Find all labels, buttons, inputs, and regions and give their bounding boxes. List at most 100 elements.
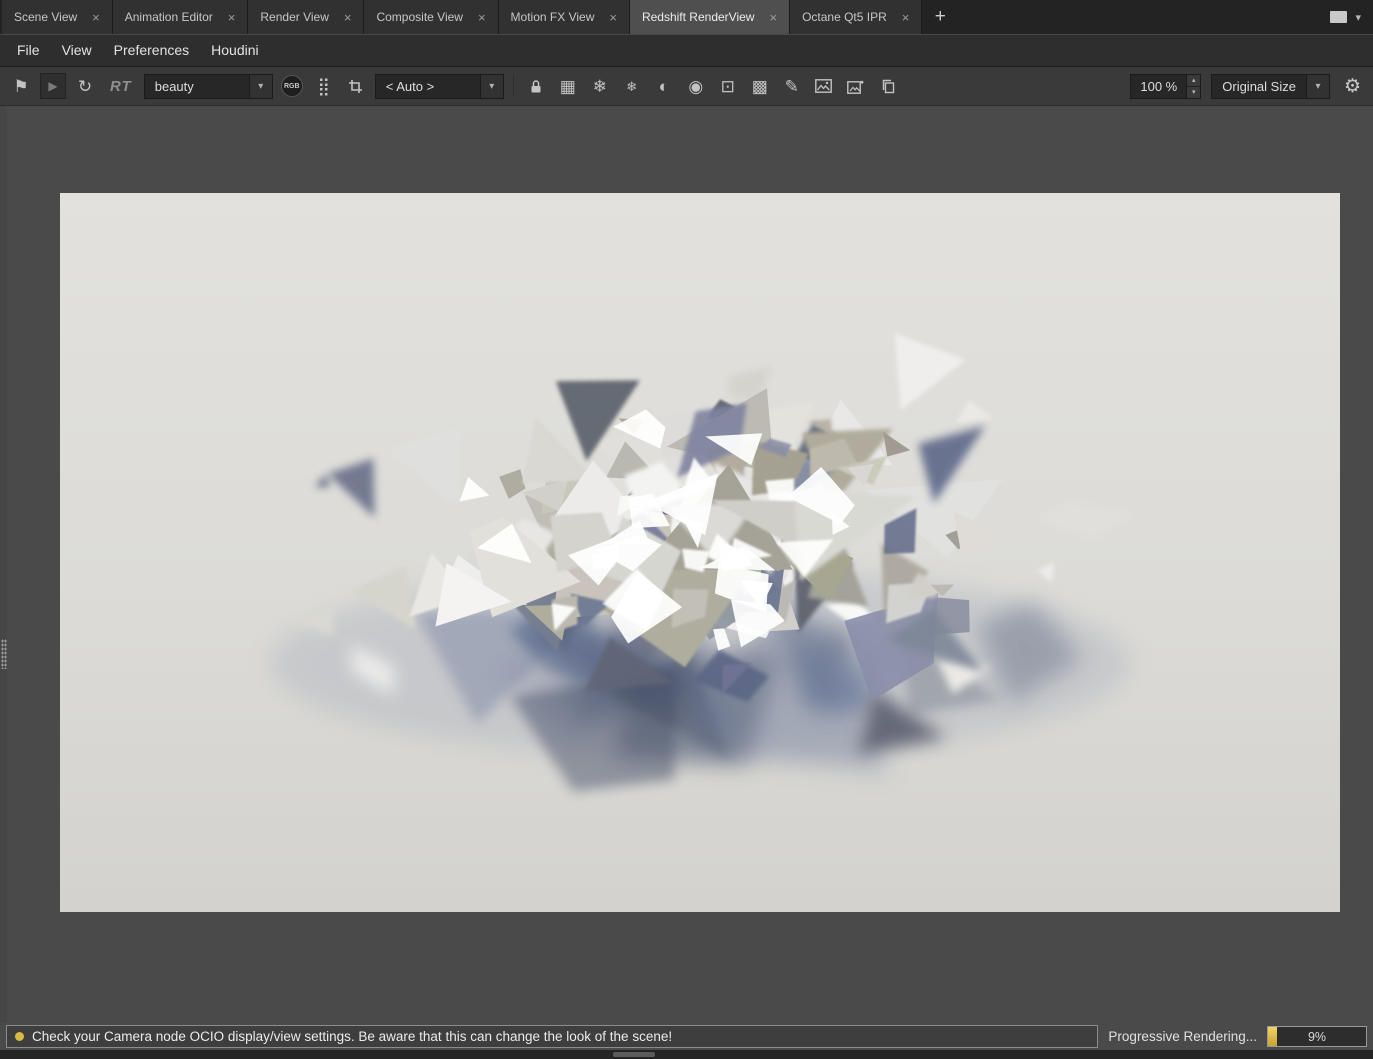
ocio-dropdown-value: < Auto > (385, 78, 435, 94)
rgb-icon: RGB (280, 75, 303, 97)
tab-motion-fx-view[interactable]: Motion FX View × (498, 0, 630, 34)
chevron-down-icon[interactable]: ▾ (248, 74, 272, 98)
chevron-down-icon[interactable]: ▾ (1305, 74, 1329, 98)
target-icon: ◉ (688, 76, 704, 96)
play-icon: ▶ (48, 79, 58, 93)
tab-octane-qt5-ipr[interactable]: Octane Qt5 IPR × (790, 0, 923, 34)
render-viewport (0, 106, 1373, 1023)
ocio-view-dropdown[interactable]: < Auto > ▾ (374, 73, 504, 99)
restart-render-button[interactable]: ↻ (72, 73, 98, 99)
menu-preferences[interactable]: Preferences (103, 35, 200, 66)
add-image-button[interactable] (843, 73, 869, 99)
tab-render-view[interactable]: Render View × (248, 0, 365, 34)
start-render-button[interactable]: ▶ (40, 73, 66, 99)
image-icon (815, 79, 833, 93)
tab-label: Animation Editor (124, 10, 213, 24)
pencil-icon: ✎ (784, 76, 799, 96)
new-tab-button[interactable]: + (922, 0, 958, 34)
toolbar-separator (512, 75, 514, 97)
dots-grid-icon: ⣿ (317, 76, 330, 96)
crop-icon (349, 79, 363, 93)
image-size-dropdown[interactable]: Original Size ▾ (1211, 73, 1330, 99)
render-region-button[interactable]: ◉ (683, 73, 709, 99)
close-icon[interactable]: × (92, 11, 100, 24)
render-toolbar: ⚑ ▶ ↻ RT beauty ▾ RGB ⣿ < Auto > ▾ ▦ ❄ ❄… (0, 67, 1373, 106)
image-plus-icon (847, 80, 864, 94)
pixel-grid-button[interactable]: ⣿ (311, 73, 337, 99)
render-image-frame (60, 193, 1340, 912)
freeze-tessellation-button[interactable]: ❄ (587, 73, 613, 99)
progress-bar: 9% (1267, 1026, 1367, 1047)
focus-icon: ⊡ (720, 76, 735, 96)
grid-icon: ▦ (559, 76, 576, 96)
tab-label: Render View (260, 10, 329, 24)
copy-image-button[interactable] (875, 73, 901, 99)
tab-animation-editor[interactable]: Animation Editor × (112, 0, 249, 34)
tab-label: Motion FX View (510, 10, 595, 24)
zoom-stepper: ▴ ▾ (1187, 73, 1202, 99)
rgb-channels-button[interactable]: RGB (279, 73, 305, 99)
redshift-renderview-window: Scene View × Animation Editor × Render V… (0, 0, 1373, 1059)
tab-label: Composite View (376, 10, 463, 24)
crop-region-button[interactable] (343, 73, 369, 99)
close-icon[interactable]: × (769, 11, 777, 24)
splitter-grip-icon (1, 639, 7, 669)
tab-redshift-renderview[interactable]: Redshift RenderView × (629, 0, 791, 34)
pixel-picker-button[interactable]: ⊡ (715, 73, 741, 99)
render-image[interactable] (60, 193, 1340, 912)
refresh-icon: ↻ (77, 76, 93, 96)
chevron-down-icon[interactable]: ▾ (479, 74, 503, 98)
annotate-button[interactable]: ✎ (779, 73, 805, 99)
pane-layout-icon (1330, 11, 1348, 23)
bucket-grid-button[interactable]: ▦ (555, 73, 581, 99)
tab-composite-view[interactable]: Composite View × (364, 0, 499, 34)
menu-file[interactable]: File (6, 35, 51, 66)
pane-splitter[interactable] (0, 106, 7, 1023)
menu-houdini[interactable]: Houdini (200, 35, 269, 66)
close-icon[interactable]: × (344, 11, 352, 24)
pane-menu[interactable]: ▾ (1318, 0, 1373, 34)
aov-dropdown[interactable]: beauty ▾ (143, 73, 273, 99)
warning-dot-icon (15, 1032, 24, 1041)
progress-percent: 9% (1307, 1029, 1327, 1044)
bottom-edge (0, 1050, 1373, 1059)
tab-label: Redshift RenderView (641, 10, 755, 24)
close-icon[interactable]: × (478, 11, 486, 24)
freeze-update-button[interactable]: ❄ (619, 73, 645, 99)
tabbar-spacer (958, 0, 1318, 34)
aov-dropdown-value: beauty (154, 78, 194, 94)
menu-bar: File View Preferences Houdini (0, 34, 1373, 67)
show-image-button[interactable] (811, 73, 837, 99)
zoom-input[interactable]: 100 % (1130, 73, 1188, 99)
snowflake-icon: ❄ (626, 78, 638, 94)
scrollbar-handle[interactable] (613, 1052, 655, 1057)
fit-image-button[interactable]: ▩ (747, 73, 773, 99)
status-bar: Check your Camera node OCIO display/view… (0, 1023, 1373, 1050)
spinner-down-icon[interactable]: ▾ (1187, 86, 1201, 98)
menu-view[interactable]: View (51, 35, 103, 66)
copy-icon (882, 79, 895, 93)
lock-view-button[interactable] (523, 73, 549, 99)
close-icon[interactable]: × (228, 11, 236, 24)
status-message: Check your Camera node OCIO display/view… (32, 1029, 673, 1044)
tab-label: Octane Qt5 IPR (802, 10, 887, 24)
spinner-up-icon[interactable]: ▴ (1187, 74, 1201, 87)
material-preview-button[interactable]: ◐ (651, 73, 677, 99)
close-icon[interactable]: × (609, 11, 617, 24)
fit-icon: ▩ (751, 76, 768, 96)
settings-gear-button[interactable]: ⚙ (1340, 75, 1365, 98)
image-size-value: Original Size (1222, 78, 1296, 94)
tab-scene-view[interactable]: Scene View × (2, 0, 113, 34)
snapshot-icon[interactable]: ⚑ (8, 73, 34, 99)
toolbar-right-group: 100 % ▴ ▾ Original Size ▾ ⚙ (1130, 73, 1365, 99)
pane-tab-bar: Scene View × Animation Editor × Render V… (0, 0, 1373, 34)
progress-label: Progressive Rendering... (1108, 1029, 1257, 1044)
status-message-box: Check your Camera node OCIO display/view… (6, 1025, 1099, 1048)
zoom-control: 100 % ▴ ▾ (1130, 73, 1202, 99)
sphere-icon: ◐ (658, 76, 669, 96)
snowflake-icon: ❄ (592, 76, 607, 96)
rt-mode-toggle[interactable]: RT (104, 78, 138, 95)
chevron-down-icon[interactable]: ▾ (1355, 11, 1361, 24)
close-icon[interactable]: × (902, 11, 910, 24)
tab-label: Scene View (14, 10, 78, 24)
